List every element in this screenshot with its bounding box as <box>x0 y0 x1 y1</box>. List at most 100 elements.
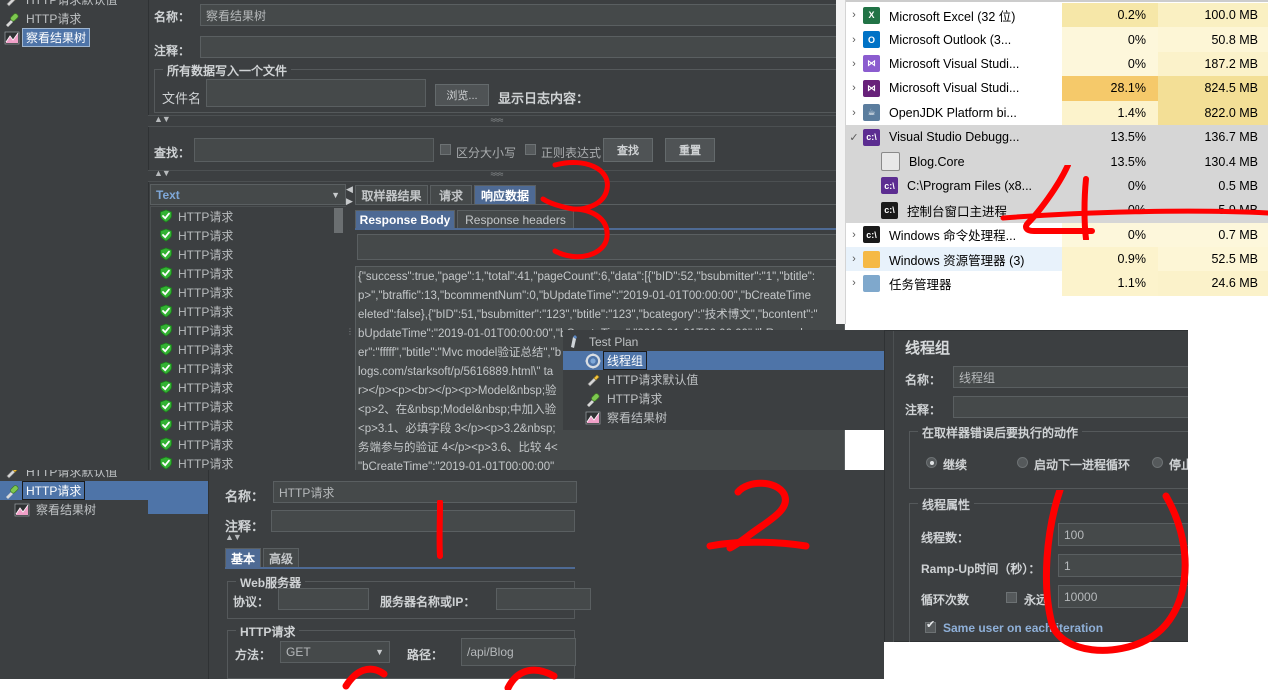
result-list-item[interactable]: HTTP请求 <box>151 397 347 416</box>
expand-chevron-icon[interactable]: › <box>845 107 863 119</box>
regex-checkbox[interactable] <box>525 144 536 155</box>
comment-input[interactable] <box>271 510 575 532</box>
overlay-tree-item[interactable]: HTTP请求默认值 <box>563 370 885 389</box>
results-list-scroll-thumb[interactable] <box>334 208 343 233</box>
vertical-splitter-arrow-left[interactable]: ◀ <box>346 184 353 195</box>
path-value: /api/Blog <box>467 645 514 659</box>
reset-button[interactable]: 重置 <box>665 138 715 162</box>
radio-continue[interactable] <box>926 457 937 468</box>
protocol-input[interactable] <box>278 588 369 610</box>
result-list-item[interactable]: HTTP请求 <box>151 264 347 283</box>
result-list-item[interactable]: HTTP请求 <box>151 435 347 454</box>
hr-tree-panel[interactable]: HTTP请求默认值 HTTP请求 察看结果树 <box>0 470 209 679</box>
result-list-item-label: HTTP请求 <box>178 400 234 414</box>
tab-request[interactable]: 请求 <box>430 185 472 205</box>
expand-chevron-icon[interactable]: › <box>845 34 863 46</box>
task-manager-row[interactable]: c:\ 控制台窗口主进程 0% 5.9 MB <box>845 198 1268 223</box>
folder-icon <box>863 250 880 268</box>
radio-start-next-loop[interactable] <box>1017 457 1028 468</box>
desktop-background-bottom <box>884 642 1268 679</box>
vs-icon: ⋈ <box>863 55 880 73</box>
overlay-test-plan-tree[interactable]: Test Plan 线程组 HTTP请求默认值 HTTP请求察看结果树 <box>563 330 885 430</box>
results-list-scrollbar[interactable] <box>333 207 344 479</box>
filename-input[interactable] <box>206 79 426 107</box>
vertical-splitter-arrow-right[interactable]: ▶ <box>346 196 353 207</box>
rampup-input[interactable]: 1 <box>1058 554 1191 577</box>
expand-chevron-icon[interactable]: › <box>845 277 863 289</box>
overlay-tree-item[interactable]: 线程组 <box>563 351 885 370</box>
renderer-value: Text <box>156 187 180 202</box>
tab-advanced[interactable]: 高级 <box>263 548 299 568</box>
name-input[interactable]: HTTP请求 <box>273 481 577 503</box>
response-body-line: p>","btraffic":13,"bcommentNum":0,"bUpda… <box>358 290 812 302</box>
tree-item-http-defaults[interactable]: HTTP请求默认值 <box>0 0 148 9</box>
renderer-select[interactable]: Text ▼ <box>150 184 346 205</box>
same-user-checkbox[interactable] <box>925 620 936 633</box>
task-manager-row[interactable]: › c:\ Windows 命令处理程... 0% 0.7 MB <box>845 222 1268 247</box>
response-filter-input[interactable] <box>357 234 845 260</box>
task-manager-row[interactable]: › X Microsoft Excel (32 位) 0.2% 100.0 MB <box>845 3 1268 28</box>
result-list-item[interactable]: HTTP请求 <box>151 245 347 264</box>
expand-chevron-icon[interactable]: › <box>845 58 863 70</box>
tab-response-data[interactable]: 响应数据 <box>474 185 536 205</box>
task-manager-memory-cell: 50.8 MB <box>1158 27 1268 52</box>
tree-item-http-request[interactable]: HTTP请求 <box>0 9 148 28</box>
result-list-item[interactable]: HTTP请求 <box>151 378 347 397</box>
success-check-icon <box>159 418 175 434</box>
splitter-handle-2[interactable]: ≈≈≈ <box>148 169 845 179</box>
threads-input[interactable]: 100 <box>1058 523 1191 546</box>
expand-chevron-icon[interactable]: › <box>845 229 863 241</box>
vrt-tree-panel[interactable]: HTTP请求默认值 HTTP请求 察看结果树 <box>0 0 149 480</box>
method-select[interactable]: GET ▼ <box>280 641 390 663</box>
expand-chevron-icon[interactable]: ✓ <box>845 131 863 144</box>
find-button[interactable]: 查找 <box>603 138 653 162</box>
result-list-item[interactable]: HTTP请求 <box>151 283 347 302</box>
subtab-response-body[interactable]: Response Body <box>355 210 455 229</box>
loop-count-input[interactable]: 10000 <box>1058 585 1191 608</box>
result-list-item[interactable]: HTTP请求 <box>151 226 347 245</box>
server-input[interactable] <box>496 588 591 610</box>
tab-basic[interactable]: 基本 <box>225 548 261 568</box>
results-list[interactable]: HTTP请求 HTTP请求 HTTP请求 HTTP请求 HTTP请求 HTTP请求 HTTP… <box>150 206 348 481</box>
tree-item-view-results-tree[interactable]: 察看结果树 <box>0 28 148 47</box>
case-sensitive-checkbox[interactable] <box>440 144 451 155</box>
path-input[interactable]: /api/Blog <box>461 638 576 666</box>
overlay-tree-item[interactable]: 察看结果树 <box>563 408 885 427</box>
overlay-tree-item[interactable]: Test Plan <box>563 332 885 351</box>
task-manager-row[interactable]: › ⋈ Microsoft Visual Studi... 0% 187.2 MB <box>845 51 1268 77</box>
splitter-collapse-arrows-3[interactable]: ▲▼ <box>225 532 242 542</box>
result-list-item[interactable]: HTTP请求 <box>151 340 347 359</box>
result-list-item[interactable]: HTTP请求 <box>151 321 347 340</box>
browse-button[interactable]: 浏览... <box>435 84 489 106</box>
result-list-item[interactable]: HTTP请求 <box>151 302 347 321</box>
task-manager-row[interactable]: › Windows 资源管理器 (3) 0.9% 52.5 MB <box>845 246 1268 272</box>
result-list-item[interactable]: HTTP请求 <box>151 207 347 226</box>
task-manager-row[interactable]: ✓ c:\ Visual Studio Debugg... 13.5% 136.7 MB <box>845 124 1268 150</box>
expand-chevron-icon[interactable]: › <box>845 82 863 94</box>
overlay-tree-item[interactable]: HTTP请求 <box>563 389 885 408</box>
splitter-handle-1[interactable]: ≈≈≈ <box>148 115 845 125</box>
expand-chevron-icon[interactable]: › <box>845 253 863 265</box>
search-input[interactable] <box>194 138 434 162</box>
tree-item-http-defaults[interactable]: HTTP请求默认值 <box>0 470 208 481</box>
tree-item-label: HTTP请求默认值 <box>26 470 118 479</box>
comment-input[interactable] <box>200 36 900 58</box>
expand-chevron-icon[interactable]: › <box>845 9 863 21</box>
tab-sampler-result[interactable]: 取样器结果 <box>355 185 428 205</box>
radio-stop-thread[interactable] <box>1152 457 1163 468</box>
task-manager-row[interactable]: › 任务管理器 1.1% 24.6 MB <box>845 271 1268 296</box>
task-manager-row[interactable]: Blog.Core 13.5% 130.4 MB <box>845 149 1268 174</box>
result-list-item[interactable]: HTTP请求 <box>151 416 347 435</box>
forever-checkbox[interactable] <box>1006 592 1017 603</box>
task-manager-row[interactable]: › ☕ OpenJDK Platform bi... 1.4% 822.0 MB <box>845 100 1268 125</box>
task-manager-row[interactable]: › ⋈ Microsoft Visual Studi... 28.1% 824.5 MB <box>845 76 1268 101</box>
task-manager-name-cell: c:\ 控制台窗口主进程 <box>863 201 1062 220</box>
task-manager-row[interactable]: › O Microsoft Outlook (3... 0% 50.8 MB <box>845 27 1268 52</box>
vertical-splitter[interactable]: ⋮ <box>346 184 354 479</box>
chart-icon <box>14 502 30 518</box>
subtab-response-headers[interactable]: Response headers <box>457 210 574 229</box>
task-manager-row[interactable]: c:\ C:\Program Files (x8... 0% 0.5 MB <box>845 173 1268 199</box>
result-list-item[interactable]: HTTP请求 <box>151 359 347 378</box>
overlay-tree-item-label: HTTP请求 <box>607 392 663 406</box>
name-input[interactable]: 察看结果树 <box>200 4 900 26</box>
